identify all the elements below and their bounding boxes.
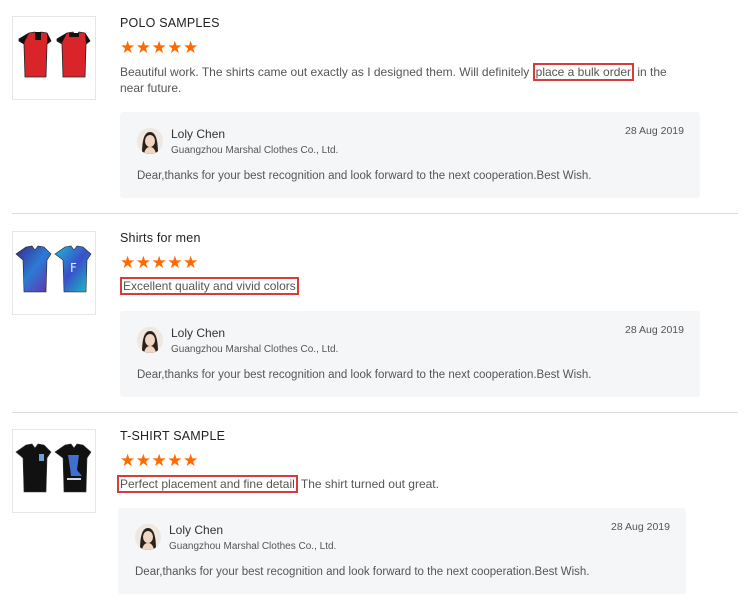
reply-company: Guangzhou Marshal Clothes Co., Ltd.	[171, 145, 339, 156]
avatar	[137, 128, 163, 154]
avatar-icon	[137, 128, 163, 154]
star-rating: ★★★★★	[120, 451, 199, 470]
star-rating: ★★★★★	[120, 38, 199, 57]
sublimated-shirt-icon: F	[15, 245, 92, 293]
reply-author: Loly Chen	[171, 326, 226, 340]
seller-reply: Loly Chen Guangzhou Marshal Clothes Co.,…	[120, 112, 700, 198]
avatar	[135, 524, 161, 550]
highlighted-phrase: place a bulk order	[532, 63, 635, 81]
highlighted-phrase: Perfect placement and fine detail	[117, 475, 298, 493]
reply-text: Dear,thanks for your best recognition an…	[137, 170, 592, 182]
polo-shirt-icon	[18, 31, 91, 78]
star-rating: ★★★★★	[120, 253, 199, 272]
review-title: POLO SAMPLES	[120, 16, 220, 30]
avatar	[137, 327, 163, 353]
avatar-icon	[137, 327, 163, 353]
product-thumbnail[interactable]	[12, 16, 96, 100]
review-comment: Excellent quality and vivid colors	[120, 277, 675, 295]
black-tshirt-icon	[15, 443, 92, 493]
reply-date: 28 Aug 2019	[625, 125, 684, 137]
seller-reply: Loly Chen Guangzhou Marshal Clothes Co.,…	[120, 311, 700, 397]
reply-date: 28 Aug 2019	[625, 324, 684, 336]
reply-author: Loly Chen	[171, 127, 226, 141]
highlighted-phrase: Excellent quality and vivid colors	[120, 277, 299, 295]
reply-author: Loly Chen	[169, 523, 224, 537]
review-title: Shirts for men	[120, 231, 201, 245]
seller-reply: Loly Chen Guangzhou Marshal Clothes Co.,…	[118, 508, 686, 594]
reply-company: Guangzhou Marshal Clothes Co., Ltd.	[171, 344, 339, 355]
svg-text:F: F	[70, 261, 77, 275]
reply-company: Guangzhou Marshal Clothes Co., Ltd.	[169, 541, 337, 552]
reply-date: 28 Aug 2019	[611, 521, 670, 533]
divider	[12, 213, 738, 214]
review-comment: Perfect placement and fine detail The sh…	[117, 475, 672, 493]
comment-text: The shirt turned out great.	[297, 477, 439, 491]
divider	[12, 412, 738, 413]
comment-text: Beautiful work. The shirts came out exac…	[120, 65, 533, 79]
reply-text: Dear,thanks for your best recognition an…	[137, 369, 592, 381]
product-thumbnail[interactable]: F	[12, 231, 96, 315]
product-thumbnail[interactable]	[12, 429, 96, 513]
reply-text: Dear,thanks for your best recognition an…	[135, 566, 590, 578]
review-title: T-SHIRT SAMPLE	[120, 429, 226, 443]
review-comment: Beautiful work. The shirts came out exac…	[120, 63, 675, 96]
avatar-icon	[135, 524, 161, 550]
